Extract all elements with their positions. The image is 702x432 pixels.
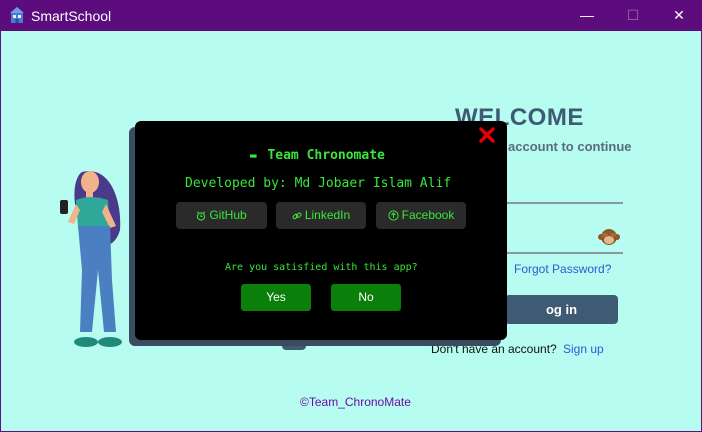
dialog-title: ▬ Team Chronomate <box>250 148 385 163</box>
facebook-button[interactable]: Facebook <box>376 202 466 229</box>
linkedin-button[interactable]: LinkedIn <box>276 202 366 229</box>
link-icon <box>292 212 302 220</box>
close-window-button[interactable]: ✕ <box>656 0 702 31</box>
satisfaction-question: Are you satisfied with this app? <box>225 262 418 273</box>
forgot-password-link[interactable]: Forgot Password? <box>514 262 611 276</box>
no-button[interactable]: No <box>331 284 401 311</box>
dialog-title-text: Team Chronomate <box>267 148 385 163</box>
window-title: SmartSchool <box>31 8 112 24</box>
team-icon: ▬ <box>250 149 257 162</box>
alarm-clock-icon <box>197 211 206 221</box>
linkedin-label: LinkedIn <box>304 208 351 222</box>
facebook-label: Facebook <box>401 208 455 222</box>
school-icon <box>10 7 24 23</box>
github-button[interactable]: GitHub <box>176 202 267 229</box>
password-field[interactable] <box>505 252 623 254</box>
maximize-button[interactable]: ☐ <box>610 0 656 31</box>
no-account-text: Don't have an account? <box>431 342 557 356</box>
footer-copyright: ©Team_ChronoMate <box>300 395 411 409</box>
title-bar[interactable]: SmartSchool — ☐ ✕ <box>0 0 702 31</box>
signup-link[interactable]: Sign up <box>563 342 604 356</box>
developer-credit: Developed by: Md Jobaer Islam Alif <box>185 176 452 191</box>
yes-button[interactable]: Yes <box>241 284 311 311</box>
close-icon[interactable] <box>478 126 496 144</box>
minimize-button[interactable]: — <box>564 0 610 31</box>
login-subtitle: account to continue <box>508 139 632 154</box>
login-button[interactable]: og in <box>505 295 618 324</box>
upload-circle-icon <box>388 210 399 221</box>
username-field[interactable] <box>505 202 623 204</box>
github-label: GitHub <box>209 208 247 222</box>
see-no-evil-monkey-icon[interactable] <box>598 227 620 247</box>
